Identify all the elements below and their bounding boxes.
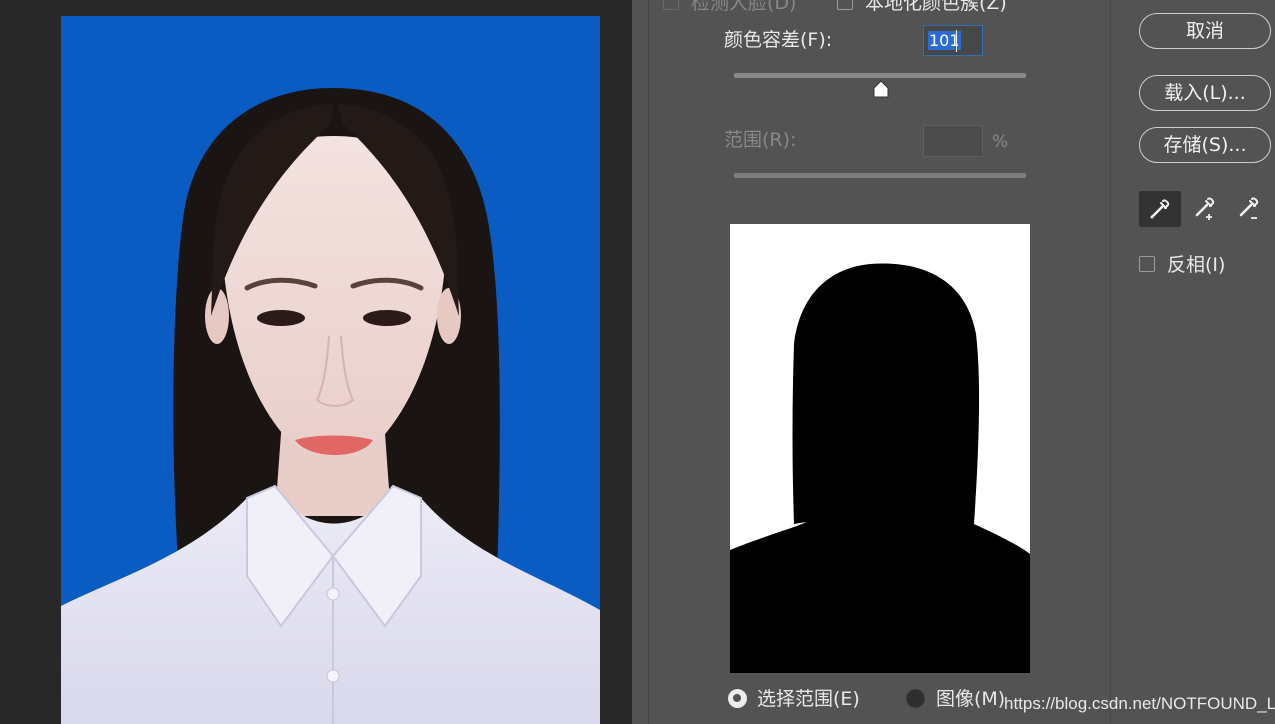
save-button[interactable]: 存储(S)... [1139,127,1271,163]
image-radio-label: 图像(M) [936,688,1006,710]
range-percent-unit: % [992,132,1009,152]
document-canvas[interactable] [0,0,632,724]
eyedropper-icon[interactable] [1139,191,1181,227]
range-slider-track[interactable] [734,173,1026,178]
range-label: 范围(R): [724,129,797,151]
fuzziness-slider-thumb[interactable] [873,80,889,98]
range-input[interactable] [923,125,983,157]
detect-faces-checkbox[interactable] [663,0,679,10]
watermark-text: https://blog.csdn.net/NOTFOUND_Liu [1004,694,1275,713]
load-button[interactable]: 载入(L)... [1139,75,1271,111]
detect-faces-label: 检测人脸(D) [691,0,797,14]
dialog-divider [648,0,649,724]
invert-checkbox[interactable] [1139,256,1155,272]
cancel-button[interactable]: 取消 [1139,13,1271,49]
image-radio[interactable] [906,689,925,708]
localized-clusters-label: 本地化颜色簇(Z) [865,0,1007,14]
fuzziness-label: 颜色容差(F): [724,29,833,51]
eyedropper-add-icon[interactable] [1184,191,1226,227]
selection-preview[interactable] [730,224,1030,673]
localized-clusters-checkbox[interactable] [837,0,853,10]
selection-radio-label: 选择范围(E) [757,688,860,710]
dialog-divider [1110,0,1111,724]
color-range-dialog: 检测人脸(D) 本地化颜色簇(Z) 颜色容差(F): 101 范围(R): % … [632,0,1275,724]
text-caret [956,30,957,52]
portrait-photo [61,16,600,724]
fuzziness-slider-track[interactable] [734,73,1026,78]
eyedropper-subtract-icon[interactable] [1228,191,1270,227]
fuzziness-input[interactable]: 101 [923,25,983,56]
invert-label: 反相(I) [1167,254,1226,276]
selection-radio[interactable] [728,689,747,708]
